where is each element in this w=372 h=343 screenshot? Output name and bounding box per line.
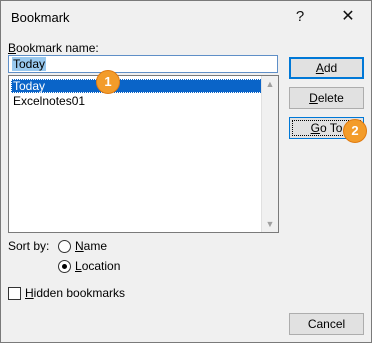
sort-location-label[interactable]: Location	[75, 259, 120, 273]
cancel-button[interactable]: Cancel	[289, 313, 364, 335]
hidden-text: idden bookmarks	[33, 286, 126, 300]
list-item-excelnotes01[interactable]: Excelnotes01	[11, 94, 85, 108]
annotation-badge-2: 2	[343, 119, 367, 143]
label-text: ookmark name:	[16, 41, 99, 55]
add-button[interactable]: Add	[289, 57, 364, 79]
delete-text: elete	[317, 91, 344, 105]
sort-name-radio[interactable]	[58, 240, 71, 253]
sort-name-label[interactable]: Name	[75, 239, 107, 253]
scroll-up-icon[interactable]: ▲	[262, 76, 278, 92]
radio-selected-dot	[62, 264, 67, 269]
location-text: ocation	[81, 259, 121, 273]
bookmark-list[interactable]: Today Excelnotes01 ▲ ▼	[8, 75, 279, 233]
label-hotkey: B	[8, 41, 17, 55]
add-hotkey: A	[315, 61, 324, 75]
bookmark-name-input[interactable]: Today	[8, 55, 278, 73]
bookmark-name-label: Bookmark name:	[8, 41, 99, 55]
list-item-today[interactable]: Today	[11, 79, 262, 93]
hidden-bookmarks-label[interactable]: Hidden bookmarks	[25, 286, 125, 300]
name-text: ame	[83, 239, 108, 253]
location-hotkey: L	[75, 259, 82, 273]
hidden-bookmarks-checkbox[interactable]	[8, 287, 21, 300]
delete-hotkey: D	[309, 91, 318, 105]
hidden-hotkey: H	[25, 286, 34, 300]
dialog-title: Bookmark	[11, 10, 70, 25]
help-button[interactable]: ?	[287, 6, 313, 28]
list-scrollbar[interactable]: ▲ ▼	[261, 76, 278, 232]
sort-location-radio[interactable]	[58, 260, 71, 273]
delete-button[interactable]: Delete	[289, 87, 364, 109]
sort-by-label: Sort by:	[8, 239, 50, 253]
bookmark-name-value: Today	[12, 57, 47, 71]
bookmark-dialog: Bookmark ? ✕ Bookmark name: Today Today …	[0, 0, 372, 343]
annotation-badge-1: 1	[96, 70, 120, 94]
scroll-down-icon[interactable]: ▼	[262, 216, 278, 232]
name-hotkey: N	[75, 239, 84, 253]
close-button[interactable]: ✕	[335, 6, 361, 28]
add-text: dd	[323, 61, 338, 75]
